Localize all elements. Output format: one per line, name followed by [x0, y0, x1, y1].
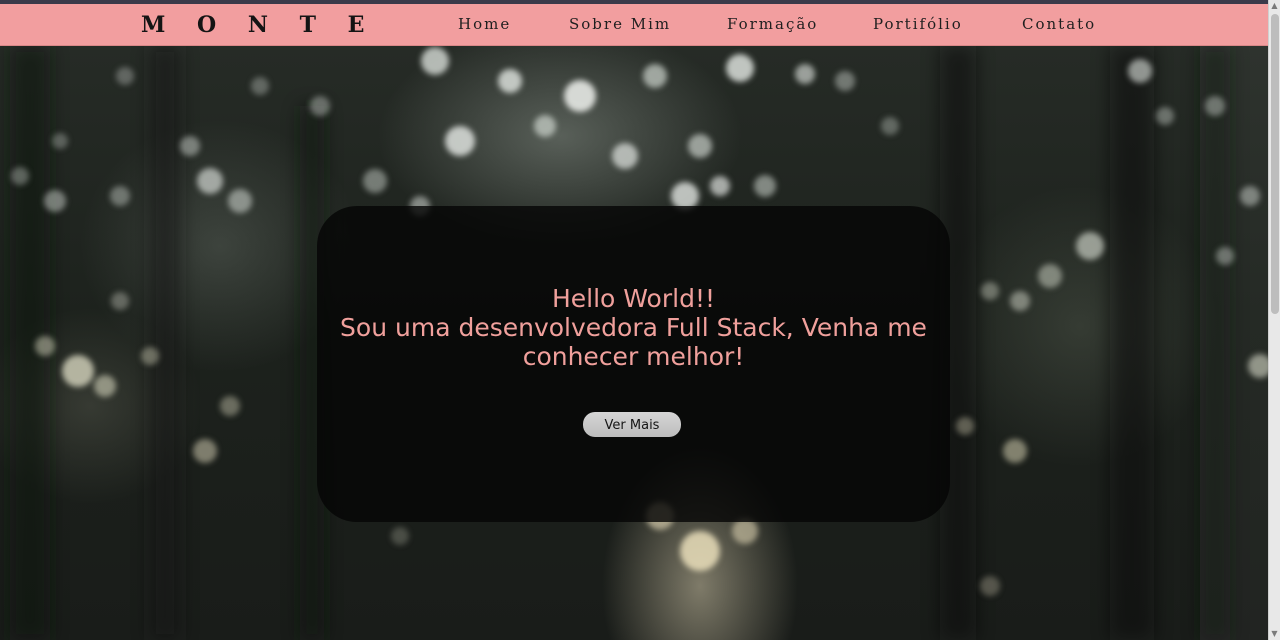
- nav-link-home[interactable]: Home: [458, 15, 511, 33]
- scroll-down-icon[interactable]: ▼: [1269, 628, 1280, 640]
- nav-menu: Home Sobre Mim Formação Portifólio Conta…: [0, 15, 1268, 37]
- nav-link-contato[interactable]: Contato: [1022, 15, 1096, 33]
- hero-line-intro: Sou uma desenvolvedora Full Stack, Venha…: [340, 313, 927, 342]
- ver-mais-button[interactable]: Ver Mais: [583, 412, 681, 437]
- hero-card: Hello World!! Sou uma desenvolvedora Ful…: [317, 206, 950, 522]
- page-scrollbar[interactable]: ▲ ▼: [1268, 0, 1280, 640]
- background-panel-edge: [1200, 46, 1268, 640]
- nav-link-portifolio[interactable]: Portifólio: [873, 15, 963, 33]
- nav-link-formacao[interactable]: Formação: [727, 15, 818, 33]
- scrollbar-thumb[interactable]: [1271, 14, 1279, 314]
- hero-heading: Hello World!! Sou uma desenvolvedora Ful…: [317, 284, 950, 371]
- nav-link-sobre-mim[interactable]: Sobre Mim: [569, 15, 671, 33]
- page: M O N T E Home Sobre Mim Formação Portif…: [0, 0, 1280, 640]
- scroll-up-icon[interactable]: ▲: [1269, 0, 1280, 12]
- hero-line-greeting: Hello World!!: [551, 284, 715, 313]
- navbar: M O N T E Home Sobre Mim Formação Portif…: [0, 4, 1268, 46]
- hero-line-invite: conhecer melhor!: [522, 342, 745, 371]
